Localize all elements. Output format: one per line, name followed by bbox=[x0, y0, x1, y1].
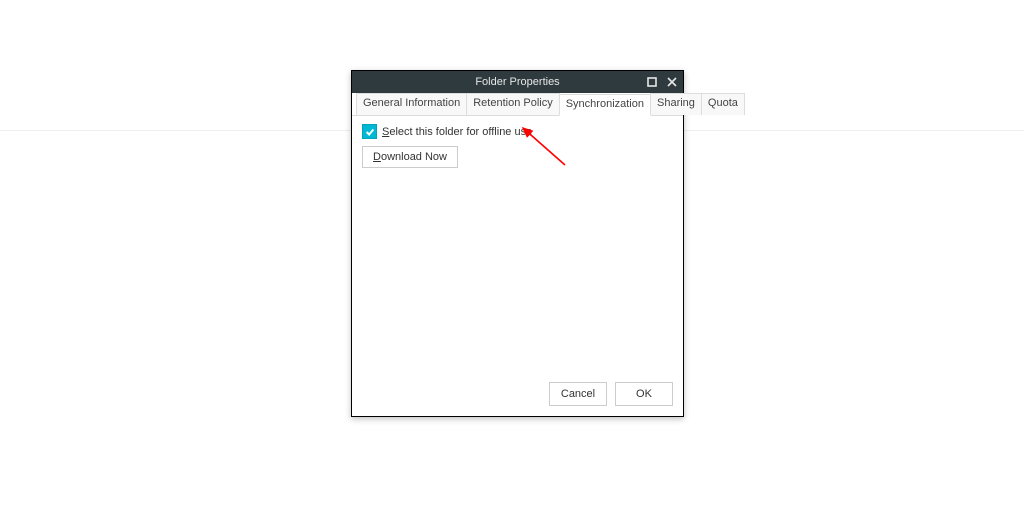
tab-synchronization[interactable]: Synchronization bbox=[559, 94, 651, 116]
dialog-footer: Cancel OK bbox=[352, 371, 683, 416]
cancel-button[interactable]: Cancel bbox=[549, 382, 607, 406]
tab-general-information[interactable]: General Information bbox=[356, 93, 467, 115]
titlebar[interactable]: Folder Properties bbox=[352, 71, 683, 93]
download-now-button[interactable]: Download Now bbox=[362, 146, 458, 168]
window-title: Folder Properties bbox=[475, 76, 559, 88]
maximize-icon[interactable] bbox=[645, 75, 659, 89]
ok-button[interactable]: OK bbox=[615, 382, 673, 406]
offline-use-label: Select this folder for offline use bbox=[382, 126, 532, 138]
close-icon[interactable] bbox=[665, 75, 679, 89]
offline-use-row: Select this folder for offline use bbox=[362, 124, 673, 139]
tab-sharing[interactable]: Sharing bbox=[650, 93, 702, 115]
tab-quota[interactable]: Quota bbox=[701, 93, 745, 115]
offline-use-checkbox[interactable] bbox=[362, 124, 377, 139]
tab-retention-policy[interactable]: Retention Policy bbox=[466, 93, 560, 115]
folder-properties-dialog: Folder Properties General Information Re… bbox=[351, 70, 684, 417]
tab-body: Select this folder for offline use Downl… bbox=[352, 116, 683, 388]
window-controls bbox=[645, 71, 679, 93]
tabstrip: General Information Retention Policy Syn… bbox=[352, 93, 683, 116]
